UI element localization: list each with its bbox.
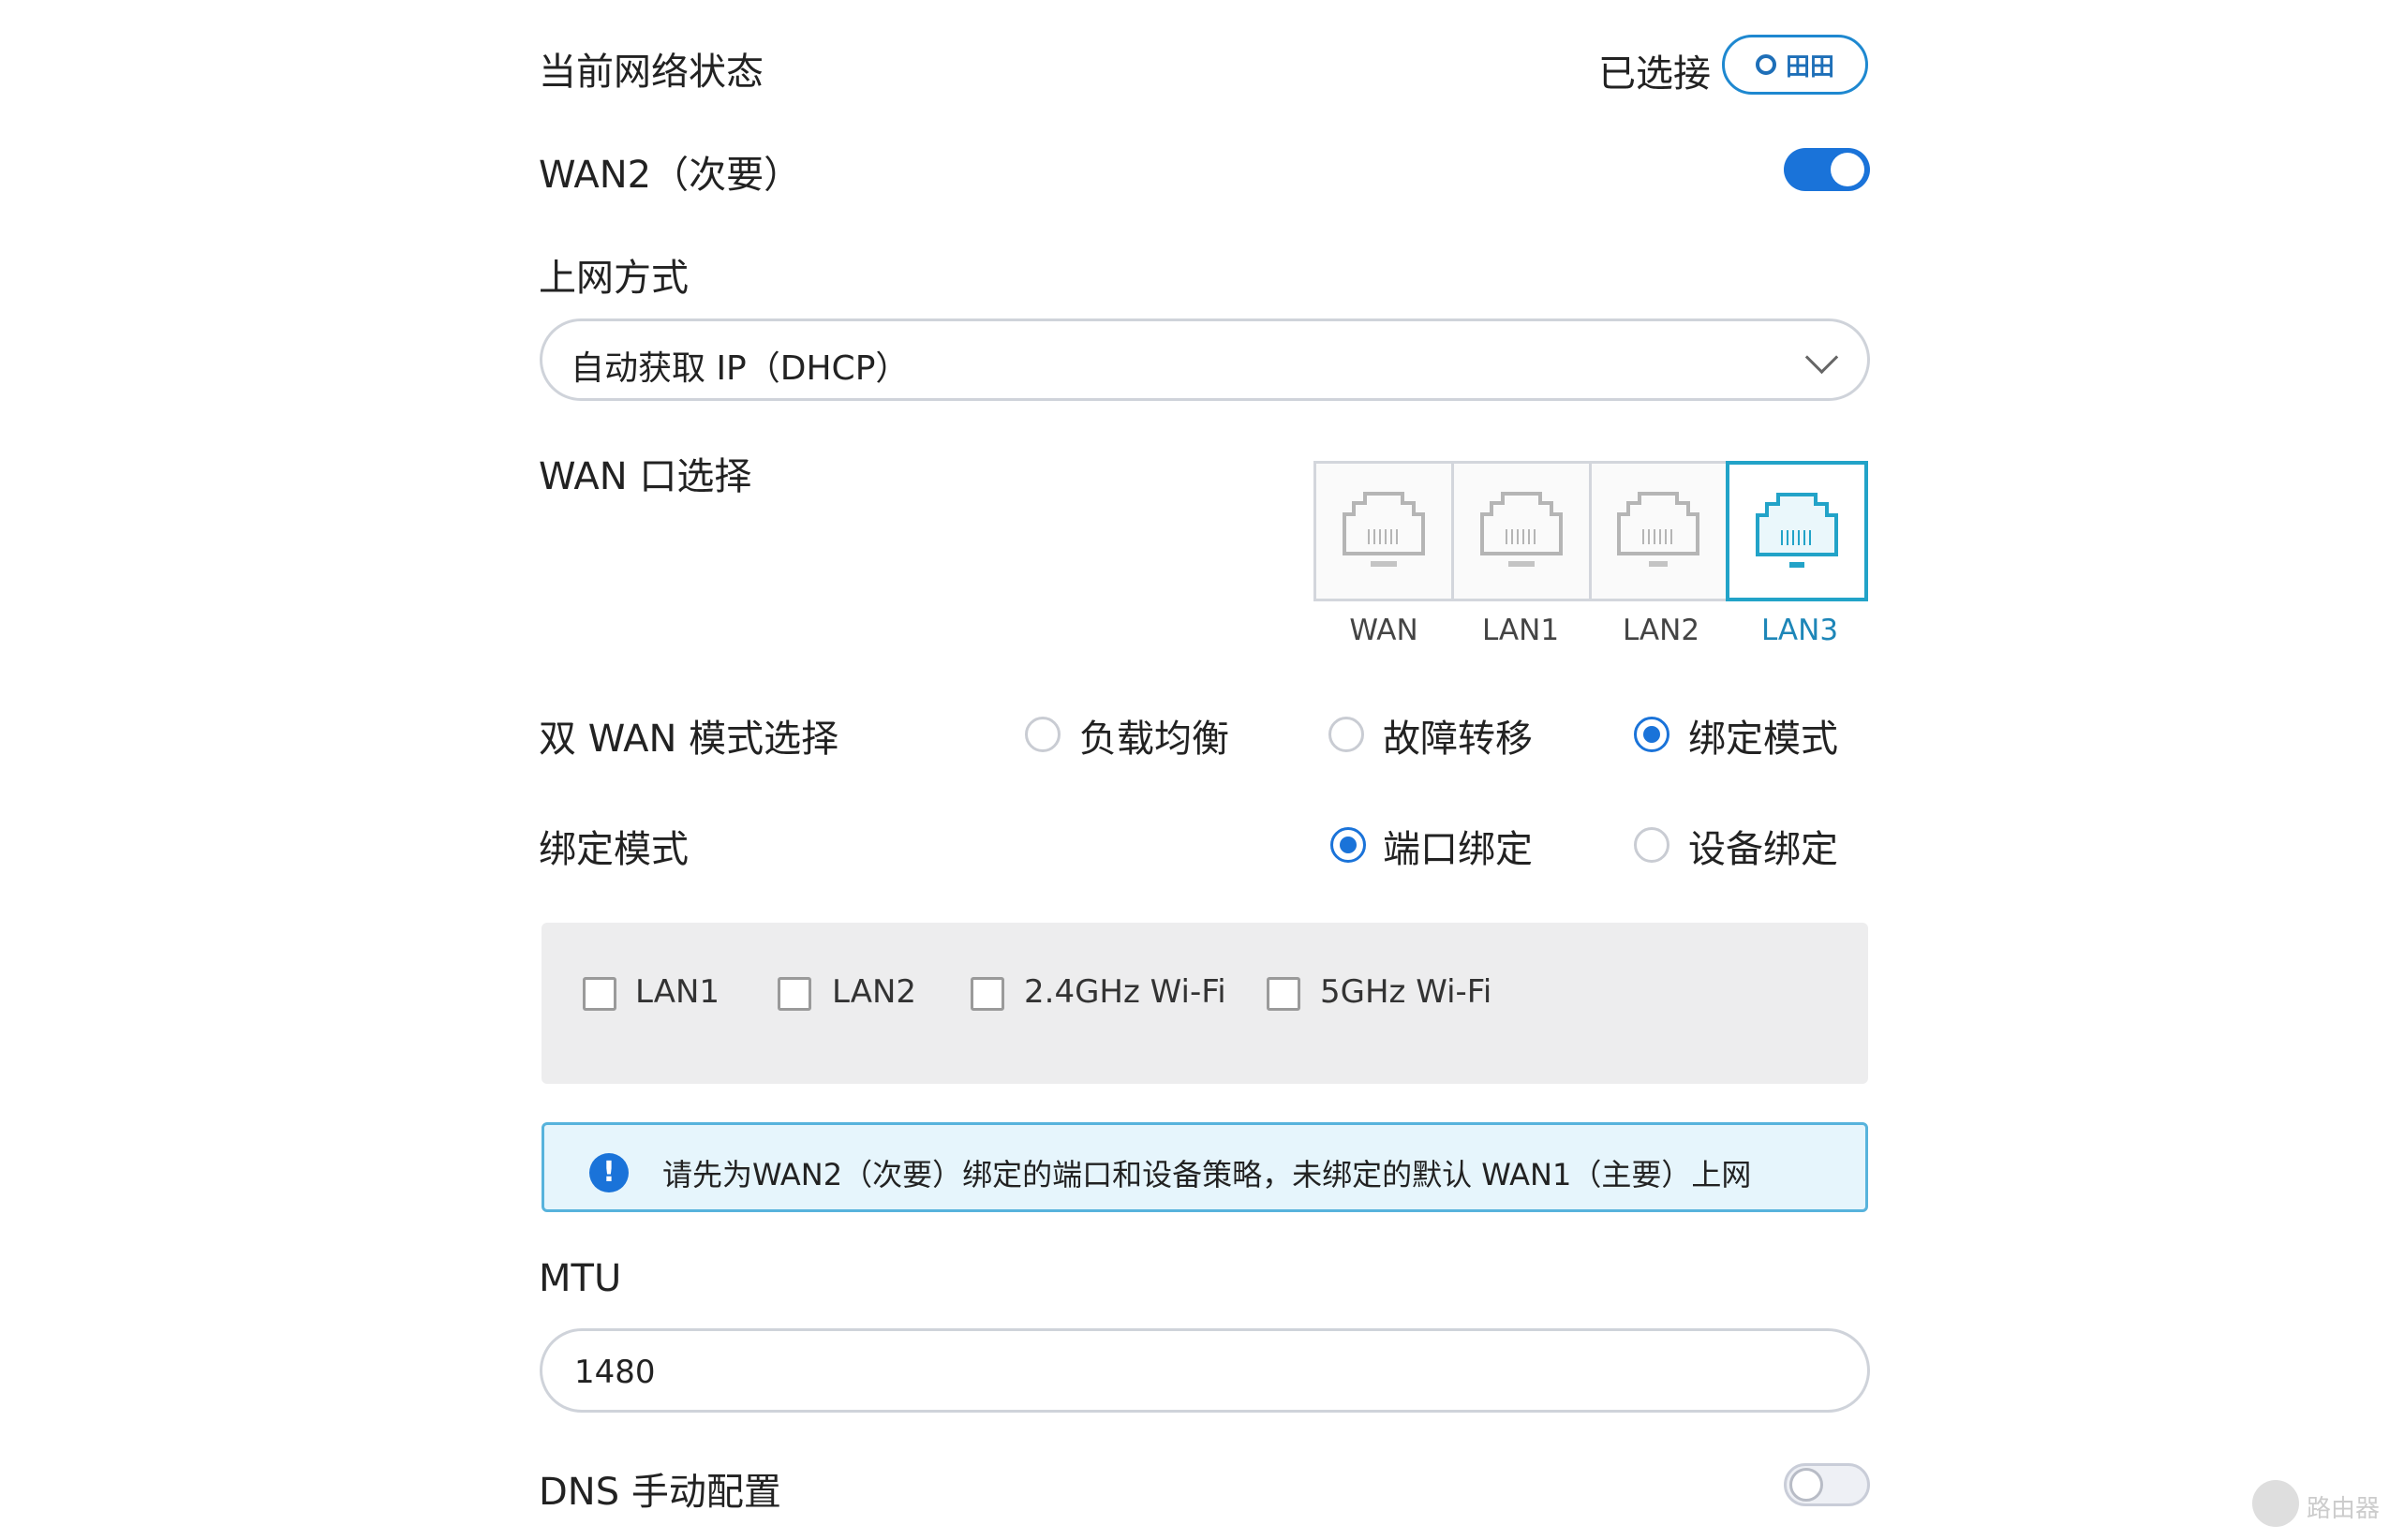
radio-load-balance-label[interactable]: 负载均衡	[1079, 708, 1229, 763]
radio-port-binding-label[interactable]: 端口绑定	[1383, 819, 1533, 873]
connection-type-label: 上网方式	[539, 257, 689, 300]
info-icon: !	[589, 1153, 629, 1192]
wan-port-selector	[1313, 461, 1868, 601]
bind-target-panel: LAN1 LAN2 2.4GHz Wi-Fi 5GHz Wi-Fi	[542, 923, 1868, 1084]
toggle-knob	[1789, 1468, 1823, 1502]
wan2-label: WAN2（次要）	[539, 154, 802, 197]
radio-failover-label[interactable]: 故障转移	[1383, 708, 1533, 763]
connection-type-value: 自动获取 IP（DHCP）	[571, 349, 910, 388]
checkbox-lan2-label[interactable]: LAN2	[832, 973, 916, 1011]
radio-bind-mode-label[interactable]: 绑定模式	[1688, 708, 1838, 763]
connection-type-select[interactable]: 自动获取 IP（DHCP）	[540, 318, 1870, 401]
port-label-lan2: LAN2	[1622, 614, 1700, 647]
status-badge-text: 田田	[1785, 52, 1834, 81]
port-lan1[interactable]	[1454, 464, 1592, 599]
port-label-wan: WAN	[1349, 614, 1418, 647]
network-status-value: 已选接	[1598, 52, 1711, 96]
ethernet-port-icon	[1617, 492, 1700, 567]
checkbox-2g-wifi-label[interactable]: 2.4GHz Wi-Fi	[1024, 973, 1226, 1011]
checkbox-5g-wifi[interactable]	[1267, 977, 1300, 1011]
wan2-toggle[interactable]	[1784, 148, 1870, 191]
checkbox-lan1-label[interactable]: LAN1	[635, 973, 720, 1011]
radio-device-binding[interactable]	[1634, 827, 1669, 863]
mtu-input[interactable]: 1480	[540, 1328, 1870, 1413]
checkbox-5g-wifi-label[interactable]: 5GHz Wi-Fi	[1320, 973, 1491, 1011]
radio-failover[interactable]	[1328, 717, 1364, 752]
watermark-logo-icon	[2252, 1480, 2299, 1527]
dns-manual-label: DNS 手动配置	[539, 1471, 781, 1514]
info-banner-text: 请先为WAN2（次要）绑定的端口和设备策略，未绑定的默认 WAN1（主要）上网	[662, 1157, 1752, 1192]
port-label-lan1: LAN1	[1481, 614, 1560, 647]
radio-port-binding[interactable]	[1330, 827, 1366, 863]
info-banner: ! 请先为WAN2（次要）绑定的端口和设备策略，未绑定的默认 WAN1（主要）上…	[542, 1122, 1868, 1212]
toggle-knob	[1831, 153, 1864, 186]
port-wan[interactable]	[1316, 464, 1454, 599]
dns-manual-toggle[interactable]	[1784, 1463, 1870, 1506]
radio-load-balance[interactable]	[1025, 717, 1061, 752]
port-lan3[interactable]	[1726, 461, 1868, 601]
bind-mode-label: 绑定模式	[539, 828, 689, 871]
radio-bind-mode[interactable]	[1634, 717, 1669, 752]
ethernet-port-icon	[1479, 492, 1563, 567]
ring-icon	[1755, 54, 1776, 75]
dual-wan-mode-label: 双 WAN 模式选择	[539, 718, 839, 761]
checkbox-2g-wifi[interactable]	[971, 977, 1004, 1011]
port-lan2[interactable]	[1592, 464, 1729, 599]
status-badge[interactable]: 田田	[1722, 35, 1868, 95]
ethernet-port-icon	[1342, 492, 1425, 567]
mtu-label: MTU	[539, 1257, 622, 1300]
ethernet-port-icon	[1756, 493, 1839, 568]
port-label-lan3: LAN3	[1760, 614, 1839, 647]
checkbox-lan1[interactable]	[583, 977, 616, 1011]
chevron-down-icon	[1804, 340, 1839, 375]
network-status-label: 当前网络状态	[539, 51, 764, 94]
watermark-text: 路由器	[2307, 1495, 2381, 1523]
mtu-value: 1480	[574, 1354, 656, 1391]
checkbox-lan2[interactable]	[778, 977, 811, 1011]
wan-port-label: WAN 口选择	[539, 455, 752, 498]
radio-device-binding-label[interactable]: 设备绑定	[1688, 819, 1838, 873]
